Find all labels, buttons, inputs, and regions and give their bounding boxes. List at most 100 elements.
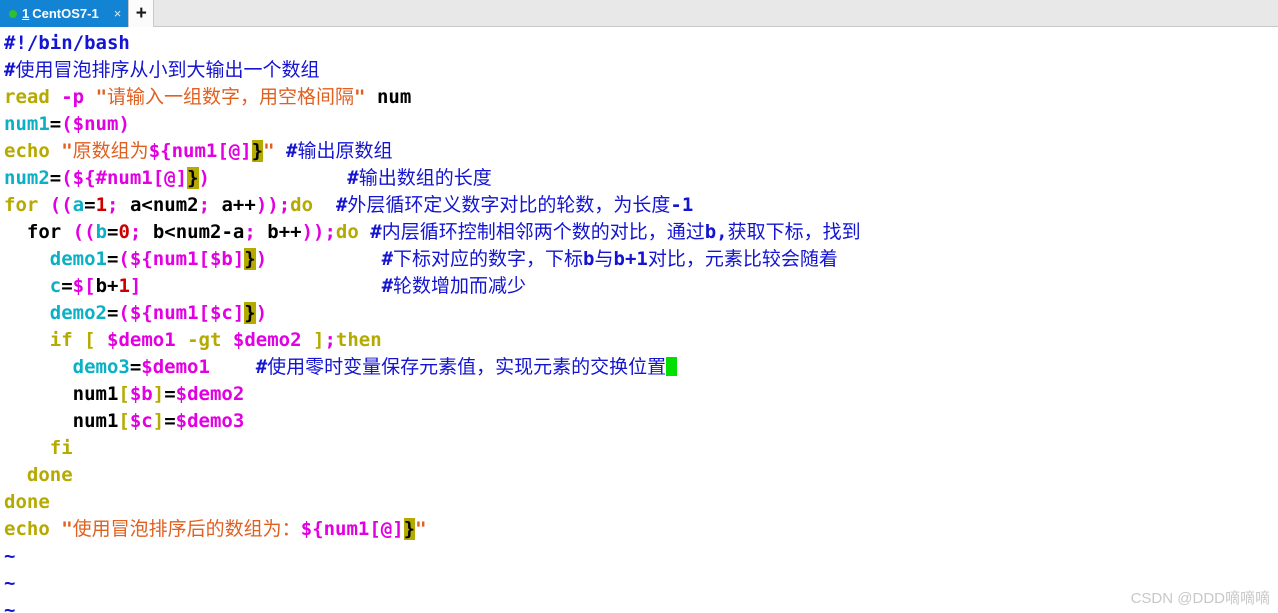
code-token: demo2 — [49, 302, 107, 324]
code-token: (( — [49, 194, 73, 216]
code-token: " — [354, 86, 366, 108]
terminal-tab-centos7-1[interactable]: 1 CentOS7-1 × — [0, 0, 129, 27]
code-token: " — [263, 140, 275, 162]
code-line-10: c=$[b+1] #轮数增加而减少 — [4, 273, 1278, 300]
code-token: " — [415, 518, 427, 540]
code-token: = — [49, 113, 62, 135]
code-token: # — [381, 248, 394, 270]
code-token: $demo2 — [175, 383, 245, 405]
code-token: [ — [84, 329, 96, 351]
code-token: = — [129, 356, 142, 378]
code-token: demo1 — [49, 248, 107, 270]
code-token: -1 — [670, 194, 694, 216]
terminal-viewport[interactable]: #!/bin/bash #使用冒泡排序从小到大输出一个数组 read -p "请… — [0, 27, 1278, 613]
code-token: num1 — [72, 410, 119, 432]
code-token: 请输入一组数字，用空格间隔 — [107, 86, 355, 108]
code-token: = — [61, 275, 73, 297]
code-token: ) — [255, 248, 268, 270]
code-token: $c — [129, 410, 153, 432]
code-token: c — [49, 275, 62, 297]
code-token: ( — [118, 302, 130, 324]
code-token: ) — [255, 302, 268, 324]
code-token: if — [49, 329, 73, 351]
code-token: } — [251, 140, 264, 162]
code-line-5: echo "原数组为${num1[@]}" #输出原数组 — [4, 138, 1278, 165]
code-token: } — [187, 167, 199, 189]
code-line-11: demo2=(${num1[$c]}) — [4, 300, 1278, 327]
close-icon[interactable]: × — [104, 7, 122, 20]
code-token: b+1 — [613, 248, 648, 270]
code-token: ) — [118, 113, 130, 135]
code-token: ; — [324, 221, 336, 243]
code-token: ; — [244, 221, 256, 243]
code-line-9: demo1=(${num1[$b]}) #下标对应的数字，下标b与b+1对比，元… — [4, 246, 1278, 273]
code-token: $num — [72, 113, 119, 135]
code-token: ] — [312, 329, 325, 351]
code-token: # — [255, 356, 268, 378]
code-token: $demo1 — [141, 356, 210, 378]
code-token: done — [26, 464, 73, 486]
new-tab-button[interactable]: + — [128, 0, 155, 27]
code-token: do — [290, 194, 314, 216]
code-token: a<num2 — [129, 194, 199, 216]
code-token: = — [49, 167, 62, 189]
code-token: num2 — [4, 167, 50, 189]
code-token: $demo1 — [107, 329, 176, 351]
code-token: } — [403, 518, 416, 540]
code-line-15: num1[$c]=$demo3 — [4, 408, 1278, 435]
code-token: # — [335, 194, 348, 216]
code-token: 轮数增加而减少 — [393, 275, 527, 297]
code-token: # — [381, 275, 394, 297]
code-token: " — [95, 86, 108, 108]
code-token: 使用冒泡排序从小到大输出一个数组 — [15, 59, 320, 81]
code-token: done — [4, 491, 50, 513]
code-token: ( — [61, 167, 73, 189]
code-token: 使用冒泡排序后的数组为： — [72, 518, 301, 540]
code-token: } — [244, 302, 256, 324]
code-token: = — [164, 410, 176, 432]
code-token: )) — [301, 221, 325, 243]
code-token: $demo3 — [175, 410, 245, 432]
code-token: 输出数组的长度 — [358, 167, 492, 189]
code-token: " — [61, 518, 73, 540]
code-token: 对比，元素比较会随着 — [647, 248, 838, 270]
code-token: 0 — [118, 221, 130, 243]
code-line-19: echo "使用冒泡排序后的数组为：${num1[@]}" — [4, 516, 1278, 543]
code-token: [ — [118, 410, 130, 432]
code-token: # — [4, 59, 16, 81]
code-token: = — [106, 302, 119, 324]
code-token: } — [244, 248, 256, 270]
code-line-16: fi — [4, 435, 1278, 462]
empty-line-marker-22: ~ — [4, 599, 16, 613]
tab-bar-empty-area — [154, 0, 1278, 26]
code-line-6: num2=(${#num1[@]}) #输出数组的长度 — [4, 165, 1278, 192]
code-token: # — [370, 221, 382, 243]
code-line-14: num1[$b]=$demo2 — [4, 381, 1278, 408]
code-token: #!/bin/bash — [4, 32, 130, 54]
code-token: ; — [198, 194, 211, 216]
code-token: [ — [118, 383, 130, 405]
code-token: 内层循环控制相邻两个数的对比，通过 — [381, 221, 705, 243]
empty-line-marker-21: ~ — [4, 572, 16, 594]
code-token: ] — [129, 275, 142, 297]
code-token: num — [376, 86, 412, 108]
